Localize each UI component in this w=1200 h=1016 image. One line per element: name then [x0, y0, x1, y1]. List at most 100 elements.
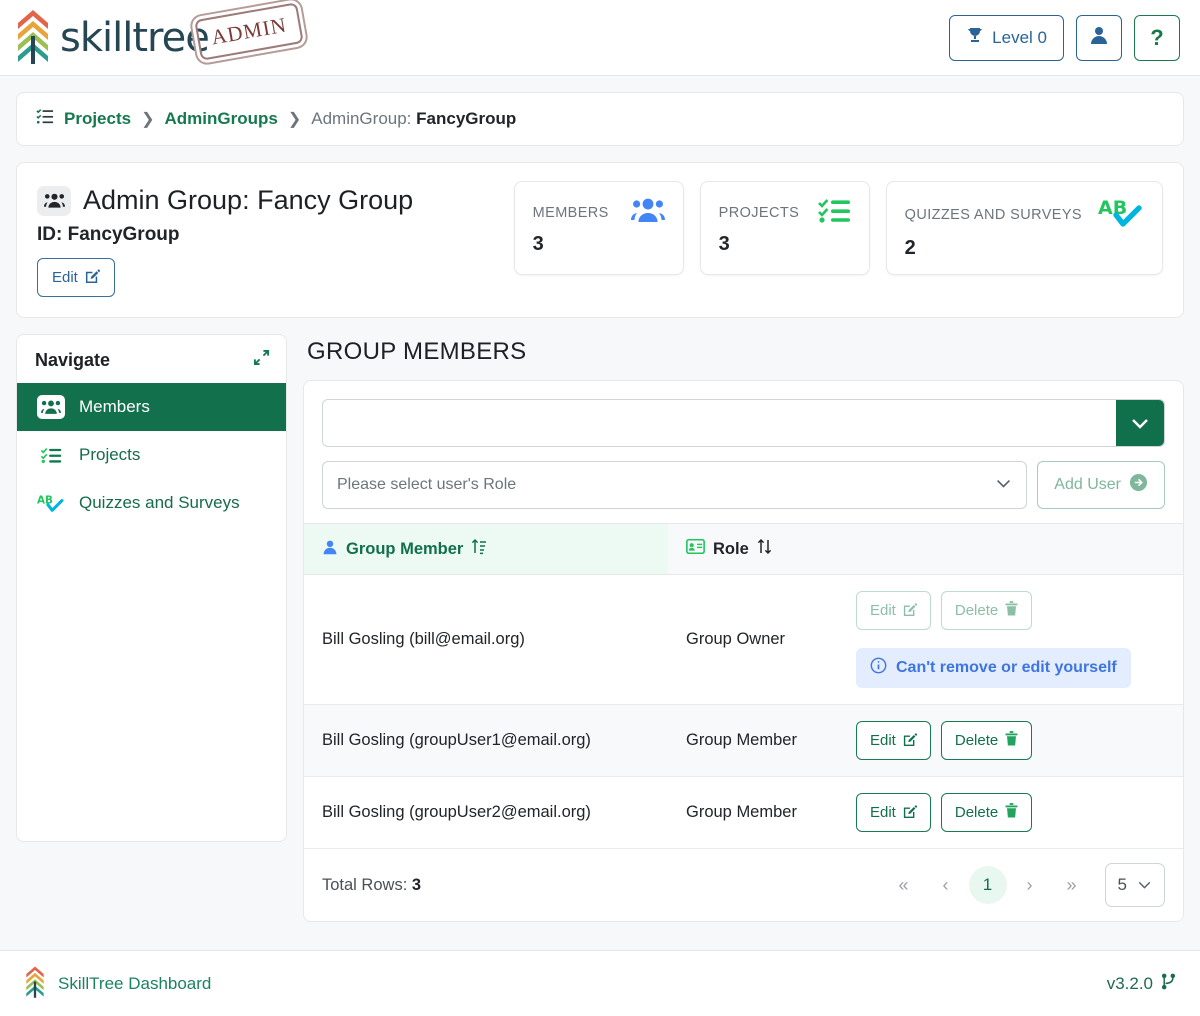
trash-icon	[1005, 601, 1018, 620]
pencil-square-icon	[903, 804, 918, 822]
group-members-table: Group Member Role Bill Gosling (bill@ema…	[304, 523, 1183, 849]
cell-role: Group Owner	[668, 574, 838, 705]
chevron-down-icon	[995, 476, 1012, 494]
page-title: Admin Group: Fancy Group	[37, 185, 413, 216]
group-header-info: Admin Group: Fancy Group ID: FancyGroup …	[37, 181, 413, 297]
prev-page-button[interactable]: ‹	[927, 866, 965, 904]
cell-actions: Edit	[838, 574, 1183, 705]
info-circle-icon	[870, 657, 887, 679]
list-check-icon	[35, 107, 54, 131]
delete-member-button[interactable]: Delete	[940, 793, 1033, 832]
help-button[interactable]: ?	[1134, 14, 1180, 61]
breadcrumb-item-admingroups[interactable]: AdminGroups	[165, 109, 278, 129]
stat-label: MEMBERS	[532, 204, 609, 221]
stat-value: 2	[904, 237, 916, 259]
arrow-circle-right-icon	[1129, 473, 1148, 497]
cell-role: Group Member	[668, 704, 838, 777]
user-search-input[interactable]	[323, 400, 1116, 446]
table-row: Bill Gosling (bill@email.org) Group Owne…	[304, 574, 1183, 705]
stat-card-projects: PROJECTS 3	[699, 181, 870, 275]
edit-label: Edit	[52, 269, 78, 286]
last-page-button[interactable]: »	[1053, 866, 1091, 904]
compress-arrows-icon[interactable]	[253, 349, 270, 371]
content-area: Navigate Members Projects AB Quizzes and…	[16, 334, 1184, 922]
trophy-icon	[966, 26, 984, 49]
total-rows: Total Rows: 3	[322, 876, 421, 895]
page-size-select[interactable]: 5	[1104, 863, 1165, 907]
table-body: Bill Gosling (bill@email.org) Group Owne…	[304, 574, 1183, 849]
column-header-role[interactable]: Role	[668, 523, 1183, 575]
svg-text:AB: AB	[1098, 197, 1127, 219]
edit-group-button[interactable]: Edit	[37, 258, 115, 297]
page-button-1[interactable]: 1	[968, 866, 1007, 904]
app-footer: SkillTree Dashboard v3.2.0	[0, 950, 1200, 1016]
edit-label: Edit	[870, 602, 896, 619]
table-header: Group Member Role	[304, 523, 1183, 575]
trash-icon	[1005, 731, 1018, 750]
delete-member-button[interactable]: Delete	[940, 721, 1033, 760]
edit-member-button[interactable]: Edit	[856, 591, 931, 630]
chevron-down-icon[interactable]	[1116, 400, 1164, 446]
users-group-icon	[37, 185, 71, 216]
cell-group-member: Bill Gosling (groupUser2@email.org)	[304, 776, 668, 849]
version-label: v3.2.0	[1106, 973, 1153, 993]
brand-logo[interactable]: skilltree ADMIN	[14, 2, 304, 69]
next-page-button[interactable]: ›	[1011, 866, 1049, 904]
level-button[interactable]: Level 0	[949, 14, 1064, 61]
edit-member-button[interactable]: Edit	[856, 721, 931, 760]
sidebar-item-label: Members	[79, 397, 150, 416]
role-select[interactable]: Please select user's Role	[322, 461, 1028, 509]
self-edit-notice: Can't remove or edit yourself	[856, 648, 1131, 688]
edit-label: Edit	[870, 732, 896, 749]
dashboard-link[interactable]: SkillTree Dashboard	[24, 964, 211, 1003]
app-header: skilltree ADMIN Level 0 ?	[0, 0, 1200, 76]
id-card-icon	[686, 538, 705, 559]
main-content: GROUP MEMBERS Please select user's Role …	[303, 334, 1184, 922]
user-icon	[1089, 25, 1109, 50]
ab-check-icon: AB	[1098, 196, 1144, 233]
column-header-group-member[interactable]: Group Member	[304, 523, 668, 575]
table-row: Bill Gosling (groupUser2@email.org) Grou…	[304, 776, 1183, 849]
page-size-value: 5	[1117, 875, 1127, 894]
navigation-sidebar: Navigate Members Projects AB Quizzes and…	[16, 334, 287, 842]
sort-ascending-icon	[471, 538, 487, 560]
breadcrumb-item-projects[interactable]: Projects	[64, 109, 131, 129]
brand-name: skilltree	[60, 14, 210, 61]
user-menu-button[interactable]	[1076, 14, 1122, 61]
trash-icon	[1005, 803, 1018, 822]
sidebar-item-label: Projects	[79, 445, 141, 464]
sidebar-item-quizzes-and-surveys[interactable]: AB Quizzes and Surveys	[17, 479, 286, 527]
sidebar-item-label: Quizzes and Surveys	[79, 493, 240, 512]
delete-label: Delete	[954, 602, 999, 619]
level-label: Level 0	[992, 27, 1047, 47]
chevron-right-icon: ❯	[287, 111, 302, 128]
sidebar-item-projects[interactable]: Projects	[17, 431, 286, 479]
first-page-button[interactable]: «	[885, 866, 923, 904]
code-branch-icon	[1161, 973, 1176, 995]
table-row: Bill Gosling (groupUser1@email.org) Grou…	[304, 704, 1183, 777]
sidebar-item-members[interactable]: Members	[17, 383, 286, 431]
chevron-down-icon	[1137, 875, 1152, 895]
sort-icon	[757, 538, 773, 560]
cell-group-member: Bill Gosling (groupUser1@email.org)	[304, 704, 668, 777]
role-select-value: Please select user's Role	[337, 476, 517, 493]
tasks-list-icon	[817, 196, 851, 229]
group-id-text: ID: FancyGroup	[37, 224, 180, 245]
skilltree-logo-icon	[24, 964, 46, 1003]
user-search-select[interactable]	[322, 399, 1165, 447]
skilltree-logo-icon	[14, 6, 52, 69]
admin-stamp: ADMIN	[194, 2, 304, 61]
cell-actions: Edit	[838, 776, 1183, 849]
question-mark-icon: ?	[1150, 24, 1164, 50]
add-user-button[interactable]: Add User	[1037, 461, 1165, 509]
delete-member-button[interactable]: Delete	[940, 591, 1033, 630]
column-header-label: Role	[713, 539, 749, 558]
pagination-controls: « ‹ 1 › » 5	[885, 863, 1165, 907]
cell-actions: Edit	[838, 704, 1183, 777]
section-title: GROUP MEMBERS	[307, 338, 527, 365]
users-group-icon	[37, 395, 65, 419]
tasks-list-icon	[37, 443, 65, 467]
version-info: v3.2.0	[1107, 973, 1176, 995]
edit-member-button[interactable]: Edit	[856, 793, 931, 832]
sidebar-title: Navigate	[35, 349, 111, 370]
